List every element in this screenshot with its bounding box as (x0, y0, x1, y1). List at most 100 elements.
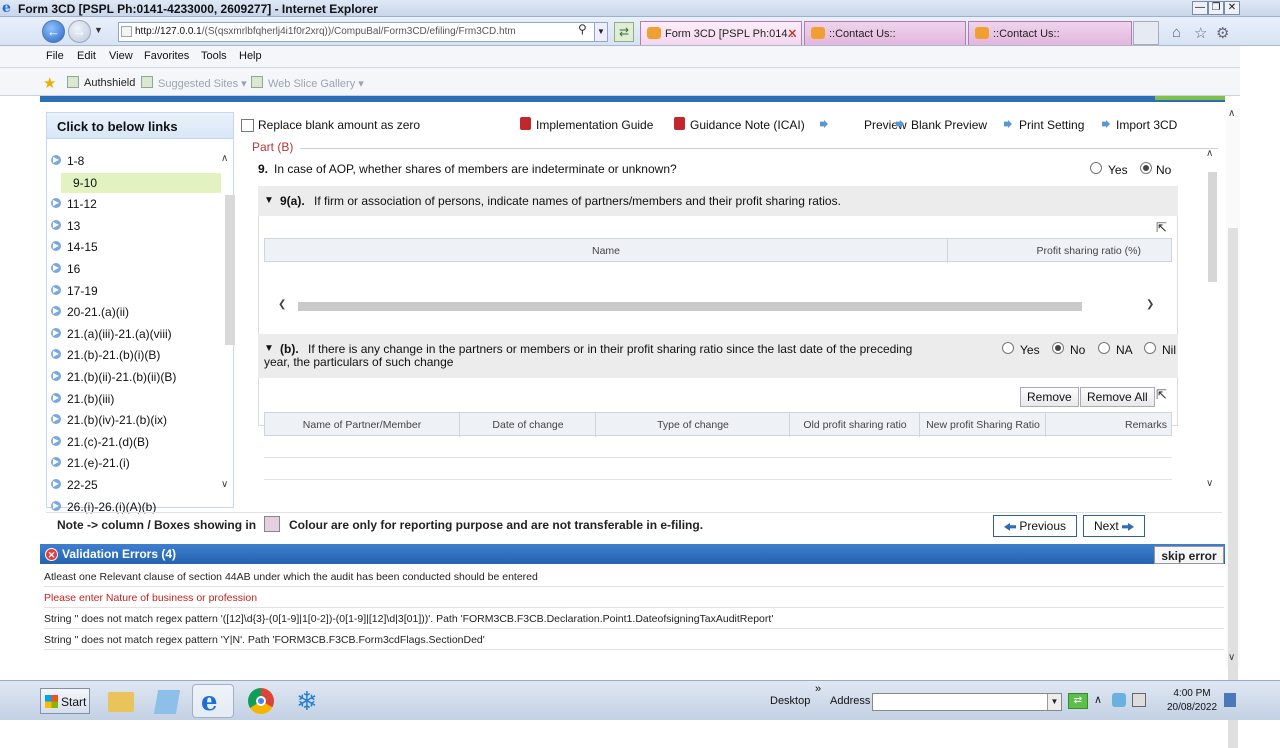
tab-form3cd[interactable]: Form 3CD [PSPL Ph:014... ✕ (640, 21, 802, 45)
sidebar-item[interactable]: ▶ 21.(a)(iii)-21.(a)(viii) (51, 324, 213, 344)
sidebar-item[interactable]: ▶ 16 (51, 259, 213, 279)
menu-edit[interactable]: Edit (77, 50, 96, 62)
restore-button[interactable]: ❐ (1208, 1, 1224, 15)
implementation-guide-link[interactable]: Implementation Guide (536, 118, 653, 132)
sidebar-scroll-thumb[interactable] (225, 195, 235, 345)
qb-na-radio[interactable] (1098, 342, 1110, 354)
history-dropdown-icon[interactable]: ▼ (94, 25, 103, 35)
toolbar-chevron-icon[interactable]: » (815, 683, 821, 695)
file-explorer-icon[interactable] (100, 684, 142, 718)
sidebar-item[interactable]: ▶ 13 (51, 216, 213, 236)
network-icon[interactable] (1132, 693, 1146, 707)
form-scroll-up-icon[interactable]: ∧ (1206, 148, 1213, 159)
tray-app-icon[interactable] (1112, 693, 1126, 707)
menu-file[interactable]: File (46, 50, 64, 62)
page-scroll-thumb[interactable] (1228, 228, 1238, 748)
form-scroll-down-icon[interactable]: ∨ (1206, 478, 1213, 489)
app-icon[interactable] (146, 684, 188, 718)
settings-app-icon[interactable]: ❄ (288, 684, 330, 718)
page-scroll-down-icon[interactable]: ∨ (1228, 652, 1235, 663)
import-3cd-link[interactable]: Import 3CD (1116, 118, 1177, 132)
sidebar-item[interactable]: 9-10 (61, 172, 221, 193)
qb-yes-radio[interactable] (1002, 342, 1014, 354)
grid-9a-hscrollbar[interactable]: ❮ ❯ (264, 298, 1172, 314)
menu-view[interactable]: View (109, 50, 133, 62)
page-scrollbar[interactable]: ∧ ∨ (1226, 108, 1240, 748)
close-tab-icon[interactable]: ✕ (788, 27, 797, 40)
scroll-left-icon[interactable]: ❮ (278, 299, 286, 310)
table-row[interactable] (264, 436, 1172, 458)
go-icon[interactable]: ⇄ (1068, 693, 1088, 709)
address-bar[interactable]: http://127.0.0.1/(S(qsxmrlbfqherlj4i1f0r… (118, 22, 608, 42)
collapse-triangle-icon[interactable]: ▼ (264, 195, 274, 206)
sidebar-item[interactable]: ▶ 21.(b)(iv)-21.(b)(ix) (51, 410, 213, 430)
form-scrollbar[interactable]: ∧ ∨ (1206, 148, 1218, 492)
internet-explorer-icon[interactable]: e (192, 684, 234, 718)
validation-errors-header[interactable]: ✕ Validation Errors (4) (40, 544, 1225, 564)
sidebar-scroll-up-icon[interactable]: ∧ (221, 153, 228, 164)
home-icon[interactable]: ⌂ (1172, 24, 1181, 41)
table-row[interactable] (264, 458, 1172, 480)
collapse-triangle-icon[interactable]: ▼ (264, 343, 274, 354)
search-icon[interactable]: ⚲ (578, 22, 587, 36)
fav-web-slice-gallery[interactable]: Web Slice Gallery ▾ (268, 77, 364, 90)
print-setting-link[interactable]: Print Setting (1019, 118, 1084, 132)
form-scroll-thumb[interactable] (1208, 172, 1217, 282)
sidebar-item[interactable]: ▶ 14-15 (51, 237, 213, 257)
sidebar-scrollbar[interactable] (225, 167, 235, 507)
chrome-icon[interactable] (240, 684, 282, 718)
scroll-right-icon[interactable]: ❯ (1146, 299, 1154, 310)
minimize-button[interactable]: — (1192, 1, 1208, 15)
menu-favorites[interactable]: Favorites (144, 50, 189, 62)
validation-error-item[interactable]: Atleast one Relevant clause of section 4… (44, 566, 1224, 587)
fav-suggested-sites[interactable]: Suggested Sites ▾ (158, 77, 247, 90)
refresh-icon[interactable]: ⇄ (614, 22, 634, 42)
address-dropdown-icon[interactable]: ▼ (594, 22, 608, 42)
section-9a-header[interactable]: ▼ 9(a). If firm or association of person… (258, 186, 1178, 216)
tab-contact-us-2[interactable]: ::Contact Us:: (968, 21, 1132, 45)
qb-nil-radio[interactable] (1144, 342, 1156, 354)
expand-icon[interactable]: ⇱ (1156, 387, 1167, 403)
sidebar-item[interactable]: ▶ 17-19 (51, 281, 213, 301)
forward-button[interactable]: → (68, 20, 91, 43)
start-button[interactable]: Start (40, 688, 90, 714)
qb-no-radio[interactable] (1052, 342, 1064, 354)
sidebar-item[interactable]: ▶ 11-12 (51, 194, 213, 214)
back-button[interactable]: ← (42, 20, 65, 43)
section-b-header[interactable]: ▼ (b). If there is any change in the par… (258, 334, 1178, 378)
favorites-add-icon[interactable]: ★ (43, 74, 56, 92)
grid-9a-scroll-thumb[interactable] (298, 302, 1082, 311)
favorites-star-icon[interactable]: ☆ (1194, 24, 1207, 42)
address-dropdown-icon[interactable]: ▼ (1047, 694, 1061, 710)
blank-preview-link[interactable]: Blank Preview (911, 118, 987, 132)
sidebar-item[interactable]: ▶ 20-21.(a)(ii) (51, 302, 213, 322)
remove-button[interactable]: Remove (1020, 387, 1079, 407)
desktop-toolbar[interactable]: Desktop (770, 695, 810, 707)
system-clock[interactable]: 4:00 PM 20/08/2022 (1162, 687, 1222, 715)
validation-error-item[interactable]: String '' does not match regex pattern '… (44, 608, 1224, 629)
gear-icon[interactable]: ⚙ (1216, 24, 1229, 42)
next-button[interactable]: Next (1083, 515, 1146, 537)
sidebar-item[interactable]: ▶ 21.(e)-21.(i) (51, 453, 213, 473)
page-scroll-up-icon[interactable]: ∧ (1228, 108, 1235, 119)
expand-icon[interactable]: ⇱ (1156, 220, 1167, 236)
replace-blank-checkbox[interactable] (241, 119, 254, 132)
show-desktop-icon[interactable] (1224, 693, 1236, 707)
menu-help[interactable]: Help (239, 50, 262, 62)
new-tab-button[interactable] (1133, 21, 1159, 45)
q9-no-radio[interactable] (1140, 162, 1152, 174)
q9-yes-radio[interactable] (1090, 162, 1102, 174)
sidebar-item[interactable]: ▶ 21.(c)-21.(d)(B) (51, 432, 213, 452)
tab-contact-us-1[interactable]: ::Contact Us:: (804, 21, 966, 45)
close-window-button[interactable]: ✕ (1224, 1, 1240, 15)
guidance-note-link[interactable]: Guidance Note (ICAI) (690, 118, 805, 132)
sidebar-item[interactable]: ▶ 21.(b)-21.(b)(i)(B) (51, 345, 213, 365)
previous-button[interactable]: Previous (993, 515, 1078, 537)
skip-error-button[interactable]: skip error (1154, 546, 1224, 564)
sidebar-item[interactable]: ▶ 21.(b)(iii) (51, 389, 213, 409)
validation-error-item[interactable]: String '' does not match regex pattern '… (44, 629, 1224, 650)
taskbar-address-input[interactable]: ▼ (872, 693, 1062, 711)
remove-all-button[interactable]: Remove All (1080, 387, 1155, 407)
fav-authshield[interactable]: Authshield (84, 77, 135, 89)
menu-tools[interactable]: Tools (201, 50, 227, 62)
